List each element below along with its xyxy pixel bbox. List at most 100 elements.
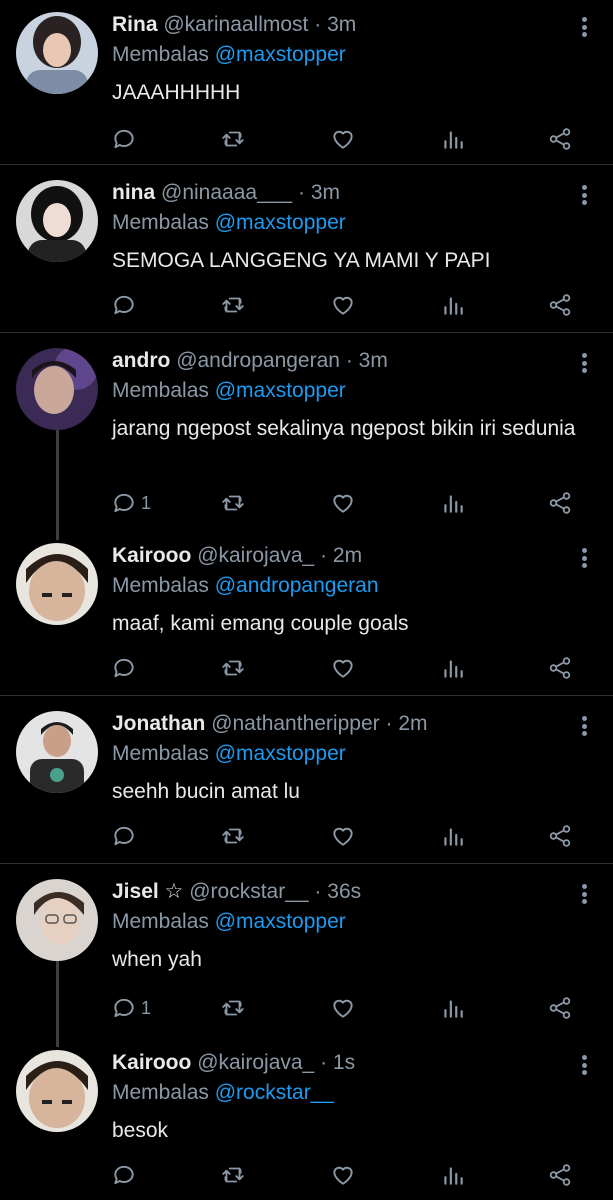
reply-prefix: Membalas: [112, 43, 209, 66]
like-button[interactable]: [330, 1158, 356, 1192]
timestamp[interactable]: 2m: [398, 712, 427, 735]
display-name[interactable]: Rina: [112, 13, 158, 36]
reply-button[interactable]: [111, 1158, 141, 1192]
retweet-icon: [222, 495, 244, 511]
timestamp[interactable]: 36s: [327, 880, 361, 903]
tweet-header: Rina @karinaallmost · 3m: [112, 12, 356, 38]
display-name[interactable]: Kairooo: [112, 1051, 191, 1074]
mention-link[interactable]: @maxstopper: [215, 211, 346, 234]
share-button[interactable]: [547, 486, 573, 520]
reply-tweet[interactable]: Kairooo @kairojava_ · 2m Membalas @andro…: [0, 543, 613, 695]
like-button[interactable]: [330, 486, 356, 520]
analytics-button[interactable]: [440, 651, 466, 685]
retweet-icon: [222, 1000, 244, 1016]
timestamp[interactable]: 2m: [333, 544, 362, 567]
reply-button[interactable]: [111, 288, 141, 322]
display-name[interactable]: andro: [112, 349, 170, 372]
reply-tweet[interactable]: Kairooo @kairojava_ · 1s Membalas @rocks…: [0, 1050, 613, 1200]
display-name[interactable]: nina: [112, 181, 155, 204]
tweet-text: SEMOGA LANGGENG YA MAMI Y PAPI: [112, 249, 491, 272]
user-handle[interactable]: @karinaallmost: [163, 13, 308, 36]
timestamp[interactable]: 1s: [333, 1051, 355, 1074]
reply-button[interactable]: 1: [111, 486, 151, 520]
tweet-actions: [0, 819, 613, 853]
analytics-button[interactable]: [440, 1158, 466, 1192]
like-button[interactable]: [330, 651, 356, 685]
more-options-icon[interactable]: [579, 881, 589, 907]
tweet-divider: [0, 695, 613, 696]
share-button[interactable]: [547, 991, 573, 1025]
reply-tweet[interactable]: andro @andropangeran · 3m Membalas @maxs…: [0, 348, 613, 528]
retweet-button[interactable]: [220, 1158, 246, 1192]
avatar[interactable]: [16, 348, 98, 430]
user-handle[interactable]: @kairojava_: [197, 544, 314, 567]
retweet-icon: [222, 828, 244, 844]
share-button[interactable]: [547, 651, 573, 685]
reply-icon: [114, 129, 134, 149]
analytics-button[interactable]: [440, 991, 466, 1025]
like-button[interactable]: [330, 819, 356, 853]
display-name[interactable]: Kairooo: [112, 544, 191, 567]
heart-icon: [333, 130, 353, 149]
reply-tweet[interactable]: Jonathan @nathantheripper · 2m Membalas …: [0, 711, 613, 863]
more-options-icon[interactable]: [579, 182, 589, 208]
retweet-button[interactable]: [220, 819, 246, 853]
analytics-button[interactable]: [440, 122, 466, 156]
reply-prefix: Membalas: [112, 1081, 209, 1104]
reply-button[interactable]: [111, 651, 141, 685]
more-options-icon[interactable]: [579, 350, 589, 376]
retweet-button[interactable]: [220, 651, 246, 685]
avatar[interactable]: [16, 879, 98, 961]
more-options-icon[interactable]: [579, 1052, 589, 1078]
reply-tweet[interactable]: Rina @karinaallmost · 3m Membalas @maxst…: [0, 12, 613, 164]
mention-link[interactable]: @andropangeran: [215, 574, 379, 597]
share-button[interactable]: [547, 288, 573, 322]
reply-button[interactable]: [111, 819, 141, 853]
timestamp[interactable]: 3m: [311, 181, 340, 204]
like-button[interactable]: [330, 122, 356, 156]
share-button[interactable]: [547, 1158, 573, 1192]
replying-to: Membalas @andropangeran: [112, 573, 379, 599]
tweet-text: when yah: [112, 948, 202, 971]
retweet-button[interactable]: [220, 122, 246, 156]
retweet-button[interactable]: [220, 288, 246, 322]
mention-link[interactable]: @maxstopper: [215, 742, 346, 765]
like-button[interactable]: [330, 288, 356, 322]
avatar[interactable]: [16, 180, 98, 262]
reply-button[interactable]: [111, 122, 141, 156]
user-handle[interactable]: @ninaaaa___: [161, 181, 292, 204]
display-name[interactable]: Jisel ☆: [112, 880, 183, 903]
user-handle[interactable]: @kairojava_: [197, 1051, 314, 1074]
more-options-icon[interactable]: [579, 713, 589, 739]
user-handle[interactable]: @andropangeran: [176, 349, 340, 372]
share-button[interactable]: [547, 122, 573, 156]
more-options-icon[interactable]: [579, 545, 589, 571]
user-handle[interactable]: @nathantheripper: [211, 712, 379, 735]
mention-link[interactable]: @rockstar__: [215, 1081, 334, 1104]
user-handle[interactable]: @rockstar__: [189, 880, 308, 903]
mention-link[interactable]: @maxstopper: [215, 910, 346, 933]
retweet-button[interactable]: [220, 991, 246, 1025]
analytics-button[interactable]: [440, 819, 466, 853]
timestamp[interactable]: 3m: [359, 349, 388, 372]
avatar[interactable]: [16, 543, 98, 625]
tweet-actions: 1: [0, 991, 613, 1025]
reply-tweet[interactable]: Jisel ☆ @rockstar__ · 36s Membalas @maxs…: [0, 879, 613, 1031]
retweet-button[interactable]: [220, 486, 246, 520]
display-name[interactable]: Jonathan: [112, 712, 205, 735]
analytics-button[interactable]: [440, 288, 466, 322]
avatar[interactable]: [16, 12, 98, 94]
timestamp[interactable]: 3m: [327, 13, 356, 36]
tweet-divider: [0, 332, 613, 333]
mention-link[interactable]: @maxstopper: [215, 379, 346, 402]
reply-tweet[interactable]: nina @ninaaaa___ · 3m Membalas @maxstopp…: [0, 180, 613, 332]
tweet-divider: [0, 863, 613, 864]
mention-link[interactable]: @maxstopper: [215, 43, 346, 66]
avatar[interactable]: [16, 1050, 98, 1132]
analytics-button[interactable]: [440, 486, 466, 520]
like-button[interactable]: [330, 991, 356, 1025]
avatar[interactable]: [16, 711, 98, 793]
reply-button[interactable]: 1: [111, 991, 151, 1025]
more-options-icon[interactable]: [579, 14, 589, 40]
share-button[interactable]: [547, 819, 573, 853]
